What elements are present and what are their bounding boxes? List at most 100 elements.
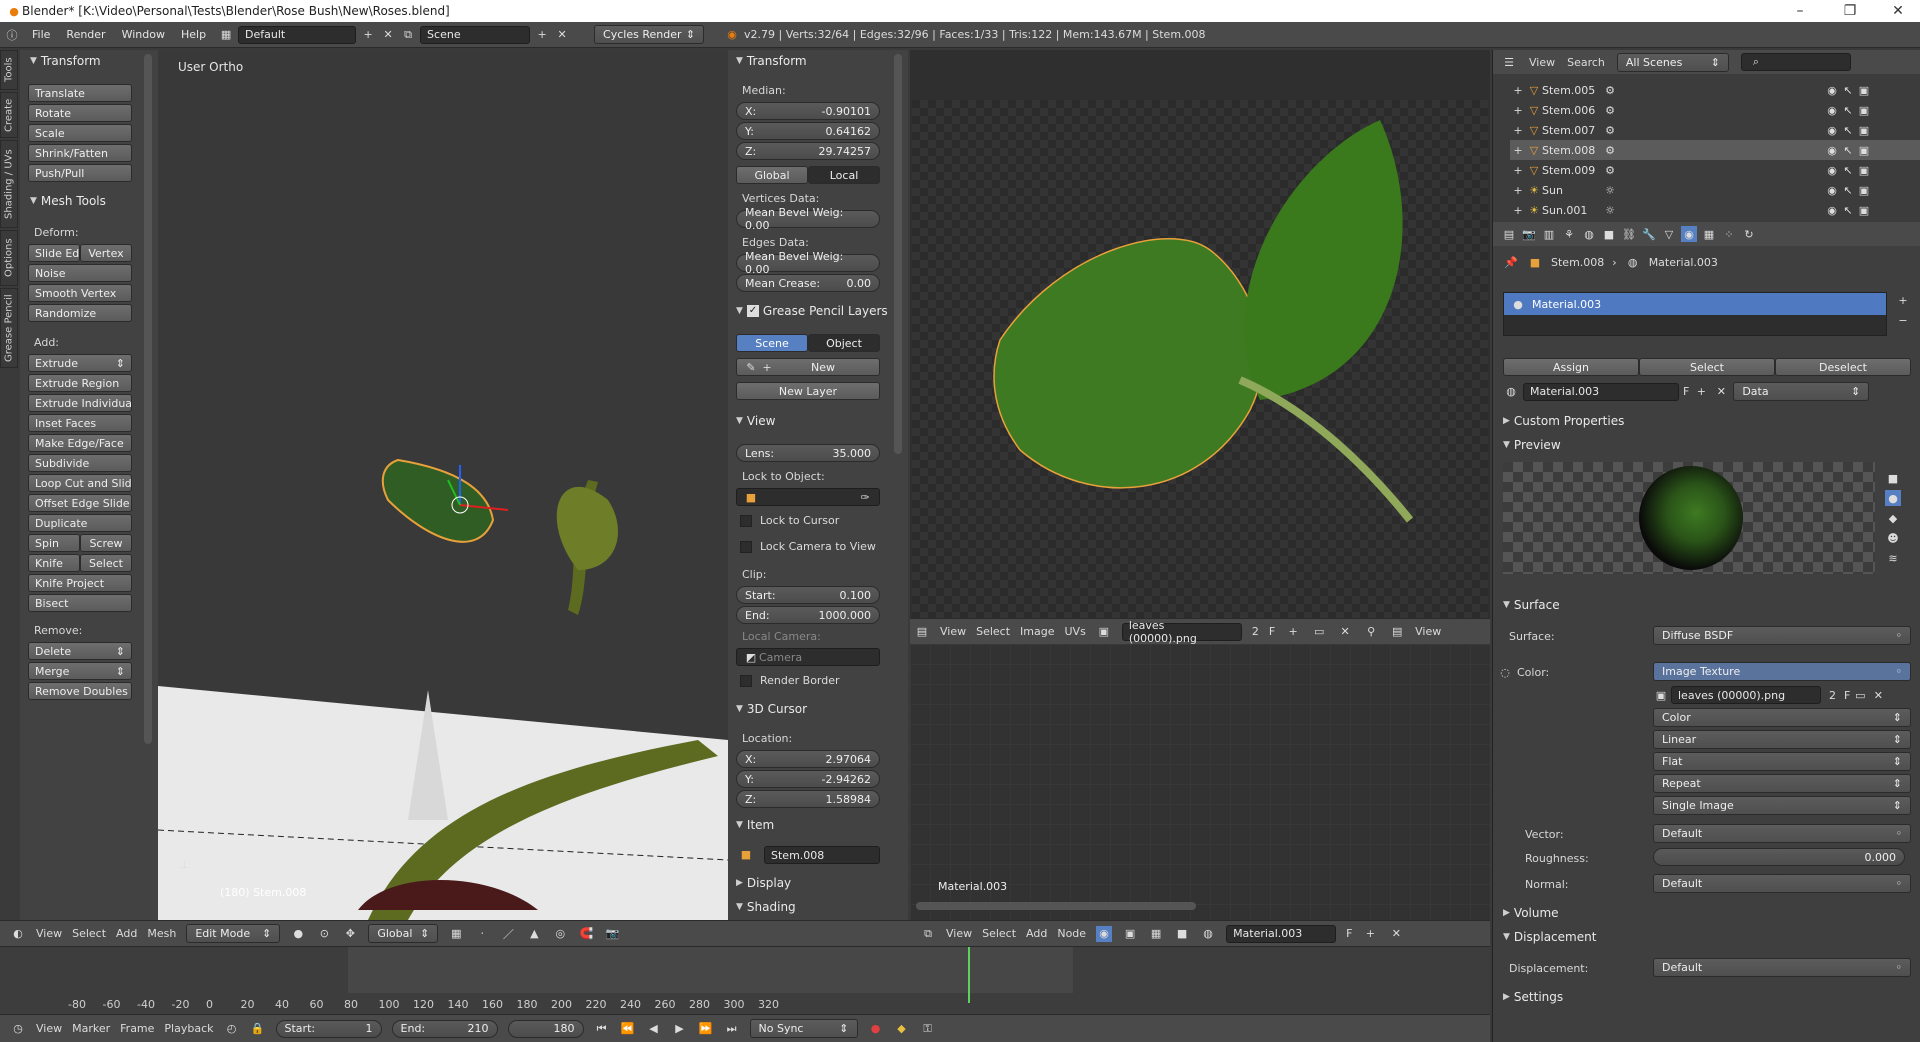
data-tab-icon[interactable]: ▽: [1661, 226, 1677, 242]
gp-enable-checkbox[interactable]: ✓: [746, 305, 759, 317]
uv-menu-uvs[interactable]: UVs: [1065, 625, 1086, 638]
outliner-item-sun-001[interactable]: + ☀ Sun.001 ☼ ◉ ↖ ▣: [1510, 200, 1920, 220]
texture-image-field[interactable]: leaves (00000).png: [1671, 686, 1821, 704]
material-slot-list[interactable]: ● Material.003: [1503, 292, 1887, 336]
outliner-item-stem-008[interactable]: + ▽ Stem.008 ⚙ ◉ ↖ ▣: [1510, 140, 1920, 160]
outliner-editor-icon[interactable]: ☰: [1501, 54, 1517, 70]
volume-header[interactable]: ▶ Volume: [1503, 906, 1559, 920]
remove-layout-icon[interactable]: ✕: [380, 27, 396, 43]
uv-menu-view[interactable]: View: [940, 625, 966, 638]
n-panel-scrollbar[interactable]: [894, 54, 902, 454]
material-fake-user[interactable]: F: [1683, 385, 1689, 398]
scene-field[interactable]: Scene: [420, 25, 531, 44]
tab-create[interactable]: Create: [0, 92, 18, 138]
eye-icon[interactable]: ◉: [1824, 162, 1840, 178]
outliner-item-stem-006[interactable]: + ▽ Stem.006 ⚙ ◉ ↖ ▣: [1510, 100, 1920, 120]
custom-properties-header[interactable]: ▶ Custom Properties: [1503, 414, 1624, 428]
smooth-vertex-button[interactable]: Smooth Vertex: [28, 284, 132, 302]
layers-icon[interactable]: ▦: [448, 926, 464, 942]
node-editor-icon[interactable]: ⧉: [920, 926, 936, 942]
timeline-menu-marker[interactable]: Marker: [72, 1022, 110, 1035]
node-editor[interactable]: Material.003: [910, 644, 1490, 920]
unlink-image-icon[interactable]: ✕: [1870, 687, 1886, 703]
properties-editor-icon[interactable]: ▤: [1501, 226, 1517, 242]
preview-cube-icon[interactable]: ◆: [1885, 510, 1901, 526]
preview-monkey-icon[interactable]: ☻: [1885, 530, 1901, 546]
node-editor-scrollbar[interactable]: [916, 902, 1196, 910]
image-browse-icon[interactable]: ▣: [1096, 624, 1112, 640]
sync-dropdown[interactable]: No Sync ⇕: [749, 1019, 858, 1038]
remove-slot-icon[interactable]: −: [1895, 312, 1911, 328]
shader-nodes-icon[interactable]: ◉: [1096, 925, 1113, 942]
tab-grease-pencil[interactable]: Grease Pencil: [0, 288, 18, 368]
mesh-tools-panel-header[interactable]: ▼ Mesh Tools: [30, 194, 106, 208]
preview-header[interactable]: ▼ Preview: [1503, 438, 1561, 452]
shrink-fatten-button[interactable]: Shrink/Fatten: [28, 144, 132, 162]
3d-cursor-header[interactable]: ▼ 3D Cursor: [736, 702, 807, 716]
new-layer-button[interactable]: New Layer: [736, 382, 880, 400]
outliner-item-stem-005[interactable]: + ▽ Stem.005 ⚙ ◉ ↖ ▣: [1510, 80, 1920, 100]
lock-camera-checkbox[interactable]: [740, 540, 752, 553]
grease-pencil-layers-header[interactable]: ▼ ✓ Grease Pencil Layers: [736, 304, 888, 318]
menu-render[interactable]: Render: [58, 28, 113, 41]
jump-start-icon[interactable]: ⏮: [594, 1021, 610, 1037]
vertex-select-icon[interactable]: ⋅: [474, 926, 490, 942]
unlink-material-icon[interactable]: ✕: [1388, 926, 1404, 942]
normal-dropdown[interactable]: Default ◦: [1653, 874, 1911, 893]
color-input-dropdown[interactable]: Image Texture ◦: [1653, 662, 1911, 681]
snap-icon[interactable]: 🧲: [578, 926, 594, 942]
translate-button[interactable]: Translate: [28, 84, 132, 102]
proportional-edit-icon[interactable]: ◎: [552, 926, 568, 942]
uv-view-dropdown[interactable]: View: [1415, 625, 1441, 638]
pin-icon[interactable]: 📌: [1503, 254, 1519, 270]
menu-window[interactable]: Window: [114, 28, 173, 41]
unlink-image-icon[interactable]: ✕: [1337, 624, 1353, 640]
material-name-field[interactable]: Material.003: [1523, 382, 1679, 401]
n-transform-header[interactable]: ▼ Transform: [736, 54, 807, 68]
world-tab-icon[interactable]: ◍: [1581, 226, 1597, 242]
cursor-select-icon[interactable]: ↖: [1840, 142, 1856, 158]
menu-file[interactable]: File: [24, 28, 58, 41]
mode-dropdown[interactable]: Edit Mode ⇕: [186, 924, 281, 943]
current-frame-field[interactable]: 180: [507, 1019, 584, 1038]
pivot-point-icon[interactable]: ⊙: [316, 926, 332, 942]
add-material-icon[interactable]: +: [1693, 384, 1709, 400]
render-icon[interactable]: ▣: [1856, 82, 1872, 98]
median-y-field[interactable]: Y: 0.64162: [736, 122, 880, 140]
add-material-icon[interactable]: +: [1362, 926, 1378, 942]
scene-icon[interactable]: ⧉: [400, 27, 416, 43]
object-nodes-icon[interactable]: ■: [1174, 926, 1190, 942]
shading-header[interactable]: ▼ Shading: [736, 900, 796, 914]
selected-leaf[interactable]: [381, 458, 495, 543]
render-icon[interactable]: ▣: [1856, 142, 1872, 158]
add-slot-icon[interactable]: +: [1895, 292, 1911, 308]
display-mode-dropdown[interactable]: All Scenes ⇕: [1616, 52, 1729, 72]
surface-header[interactable]: ▼ Surface: [1503, 598, 1560, 612]
displacement-dropdown[interactable]: Default ◦: [1653, 958, 1911, 977]
roughness-field[interactable]: 0.000: [1653, 848, 1905, 866]
face-select-icon[interactable]: ▲: [526, 926, 542, 942]
local-toggle[interactable]: Local: [808, 166, 880, 184]
object-tab-icon[interactable]: ■: [1601, 226, 1617, 242]
info-editor-icon[interactable]: ⓘ: [4, 27, 20, 43]
push-pull-button[interactable]: Push/Pull: [28, 164, 132, 182]
pin-image-icon[interactable]: ⚲: [1363, 624, 1379, 640]
screen-layout-icon[interactable]: ▦: [218, 27, 234, 43]
new-image-icon[interactable]: +: [1285, 624, 1301, 640]
eye-icon[interactable]: ◉: [1824, 122, 1840, 138]
play-icon[interactable]: ▶: [672, 1021, 688, 1037]
uv-image-editor[interactable]: [910, 50, 1490, 618]
eye-icon[interactable]: ◉: [1824, 102, 1840, 118]
duplicate-button[interactable]: Duplicate: [28, 514, 132, 532]
cursor-y-field[interactable]: Y: -2.94262: [736, 770, 880, 788]
extension-dropdown[interactable]: Repeat ⇕: [1653, 774, 1911, 793]
modifiers-tab-icon[interactable]: 🔧: [1641, 226, 1657, 242]
keyframe-icon[interactable]: ⚿: [920, 1021, 936, 1037]
offset-edge-slide-button[interactable]: Offset Edge Slide: [28, 494, 132, 512]
cursor-select-icon[interactable]: ↖: [1840, 202, 1856, 218]
render-icon[interactable]: ▣: [1856, 102, 1872, 118]
median-x-field[interactable]: X: -0.90101: [736, 102, 880, 120]
material-slot-item[interactable]: ● Material.003: [1504, 293, 1886, 315]
image-source-dropdown[interactable]: Single Image ⇕: [1653, 796, 1911, 815]
extrude-dropdown[interactable]: Extrude ⇕: [28, 354, 132, 372]
